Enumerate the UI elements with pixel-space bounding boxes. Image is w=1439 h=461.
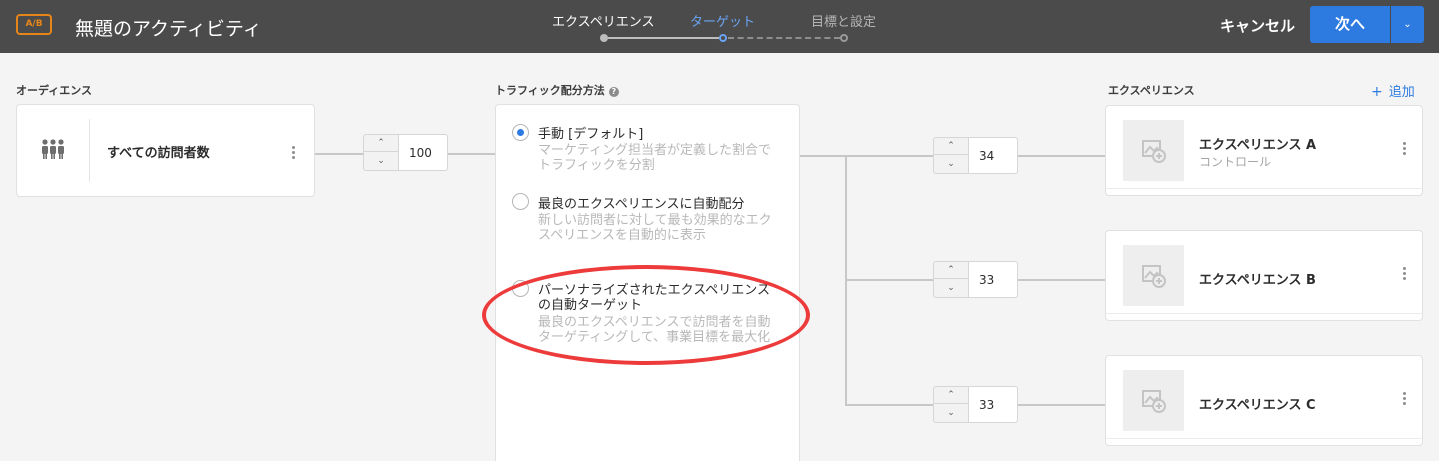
- radio-auto-target[interactable]: [512, 280, 529, 297]
- option-auto-target-description: 最良のエクスペリエンスで訪問者を自動ターゲティングして、事業目標を最大化: [538, 315, 771, 345]
- connector-line: [845, 279, 934, 281]
- stepper-arrows: ⌃ ⌄: [933, 137, 969, 174]
- image-add-icon: [1142, 140, 1166, 163]
- step-dot-upcoming: [840, 34, 848, 42]
- card-divider: [1106, 188, 1422, 189]
- option-auto-target-label[interactable]: パーソナライズされたエクスペリエンスの自動ターゲット: [538, 283, 783, 313]
- stepper-arrows: ⌃ ⌄: [363, 134, 399, 171]
- next-button[interactable]: 次へ: [1310, 6, 1390, 43]
- experiences-section-label: エクスペリエンス: [1108, 84, 1195, 97]
- help-icon[interactable]: ?: [608, 87, 619, 97]
- experience-b-allocation-stepper[interactable]: ⌃ ⌄: [933, 261, 1018, 298]
- connector-line: [1018, 279, 1105, 281]
- option-manual-label[interactable]: 手動 [デフォルト]: [538, 127, 783, 142]
- step-remaining-line: [728, 37, 840, 39]
- decrement-chevron-down-icon[interactable]: ⌄: [934, 405, 968, 422]
- experience-more-icon[interactable]: [1398, 266, 1410, 282]
- increment-chevron-up-icon[interactable]: ⌃: [934, 387, 968, 404]
- activity-title[interactable]: 無題のアクティビティ: [75, 14, 262, 41]
- increment-chevron-up-icon[interactable]: ⌃: [364, 135, 398, 152]
- traffic-allocation-card: 手動 [デフォルト] マーケティング担当者が定義した割合でトラフィックを分割 最…: [495, 104, 800, 461]
- cancel-button[interactable]: キャンセル: [1220, 15, 1295, 36]
- experience-card-c[interactable]: エクスペリエンス C: [1105, 355, 1423, 446]
- connector-line: [845, 404, 934, 406]
- radio-manual[interactable]: [512, 124, 529, 141]
- stepper-arrows: ⌃ ⌄: [933, 261, 969, 298]
- connector-line: [1018, 404, 1105, 406]
- next-dropdown-button[interactable]: ⌄: [1391, 6, 1424, 43]
- traffic-section-label: トラフィック配分方法: [495, 84, 605, 97]
- experience-more-icon[interactable]: [1398, 391, 1410, 407]
- experience-name: エクスペリエンス B: [1199, 273, 1316, 288]
- ab-activity-badge: A/B: [16, 14, 52, 35]
- connector-line: [800, 155, 934, 157]
- option-auto-allocate-label[interactable]: 最良のエクスペリエンスに自動配分: [538, 197, 783, 212]
- increment-chevron-up-icon[interactable]: ⌃: [934, 138, 968, 155]
- connector-line: [1018, 155, 1105, 157]
- experience-thumbnail: [1123, 120, 1184, 181]
- experience-a-allocation-stepper[interactable]: ⌃ ⌄: [933, 137, 1018, 174]
- people-group-icon: [41, 138, 65, 164]
- experience-a-allocation-input[interactable]: [969, 137, 1018, 174]
- step-experiences[interactable]: エクスペリエンス: [552, 11, 654, 30]
- card-divider: [1106, 438, 1422, 439]
- experience-card-b[interactable]: エクスペリエンス B: [1105, 230, 1423, 321]
- step-targeting[interactable]: ターゲット: [690, 11, 755, 30]
- decrement-chevron-down-icon[interactable]: ⌄: [934, 156, 968, 173]
- experience-card-a[interactable]: エクスペリエンス A コントロール: [1105, 105, 1423, 196]
- experience-b-allocation-input[interactable]: [969, 261, 1018, 298]
- experience-subtitle: コントロール: [1199, 155, 1272, 169]
- add-label: 追加: [1388, 85, 1415, 100]
- traffic-section-header: トラフィック配分方法?: [495, 82, 619, 98]
- plus-icon: +: [1371, 84, 1383, 100]
- audience-name: すべての訪問者数: [107, 146, 210, 161]
- experience-thumbnail: [1123, 245, 1184, 306]
- card-divider: [1106, 313, 1422, 314]
- experience-c-allocation-input[interactable]: [969, 386, 1018, 423]
- add-experience-link[interactable]: + 追加: [1371, 81, 1415, 100]
- step-progress-line: [608, 37, 719, 39]
- increment-chevron-up-icon[interactable]: ⌃: [934, 262, 968, 279]
- experience-c-allocation-stepper[interactable]: ⌃ ⌄: [933, 386, 1018, 423]
- experience-name: エクスペリエンス C: [1199, 398, 1316, 413]
- audience-card[interactable]: すべての訪問者数: [16, 104, 315, 197]
- step-goals-settings[interactable]: 目標と設定: [811, 11, 876, 30]
- chevron-down-icon: ⌄: [1403, 19, 1412, 30]
- image-add-icon: [1142, 390, 1166, 413]
- option-manual-description: マーケティング担当者が定義した割合でトラフィックを分割: [538, 143, 771, 173]
- audience-allocation-stepper[interactable]: ⌃ ⌄: [363, 134, 448, 171]
- top-bar: A/B 無題のアクティビティ エクスペリエンス ターゲット 目標と設定 キャンセ…: [0, 0, 1439, 53]
- option-auto-allocate-description: 新しい訪問者に対して最も効果的なエクスペリエンスを自動的に表示: [538, 213, 772, 243]
- experience-thumbnail: [1123, 370, 1184, 431]
- experience-more-icon[interactable]: [1398, 141, 1410, 157]
- decrement-chevron-down-icon[interactable]: ⌄: [934, 280, 968, 297]
- step-dot-complete: [600, 34, 608, 42]
- stepper-arrows: ⌃ ⌄: [933, 386, 969, 423]
- step-dot-current: [719, 34, 727, 42]
- decrement-chevron-down-icon[interactable]: ⌄: [364, 153, 398, 170]
- connector-line: [448, 153, 495, 155]
- audience-allocation-input[interactable]: [399, 134, 448, 171]
- experience-name: エクスペリエンス A: [1199, 138, 1317, 153]
- card-divider: [89, 119, 90, 182]
- connector-line: [315, 153, 363, 155]
- radio-auto-allocate[interactable]: [512, 193, 529, 210]
- image-add-icon: [1142, 265, 1166, 288]
- audience-more-icon[interactable]: [287, 145, 299, 161]
- audience-section-label: オーディエンス: [16, 84, 93, 97]
